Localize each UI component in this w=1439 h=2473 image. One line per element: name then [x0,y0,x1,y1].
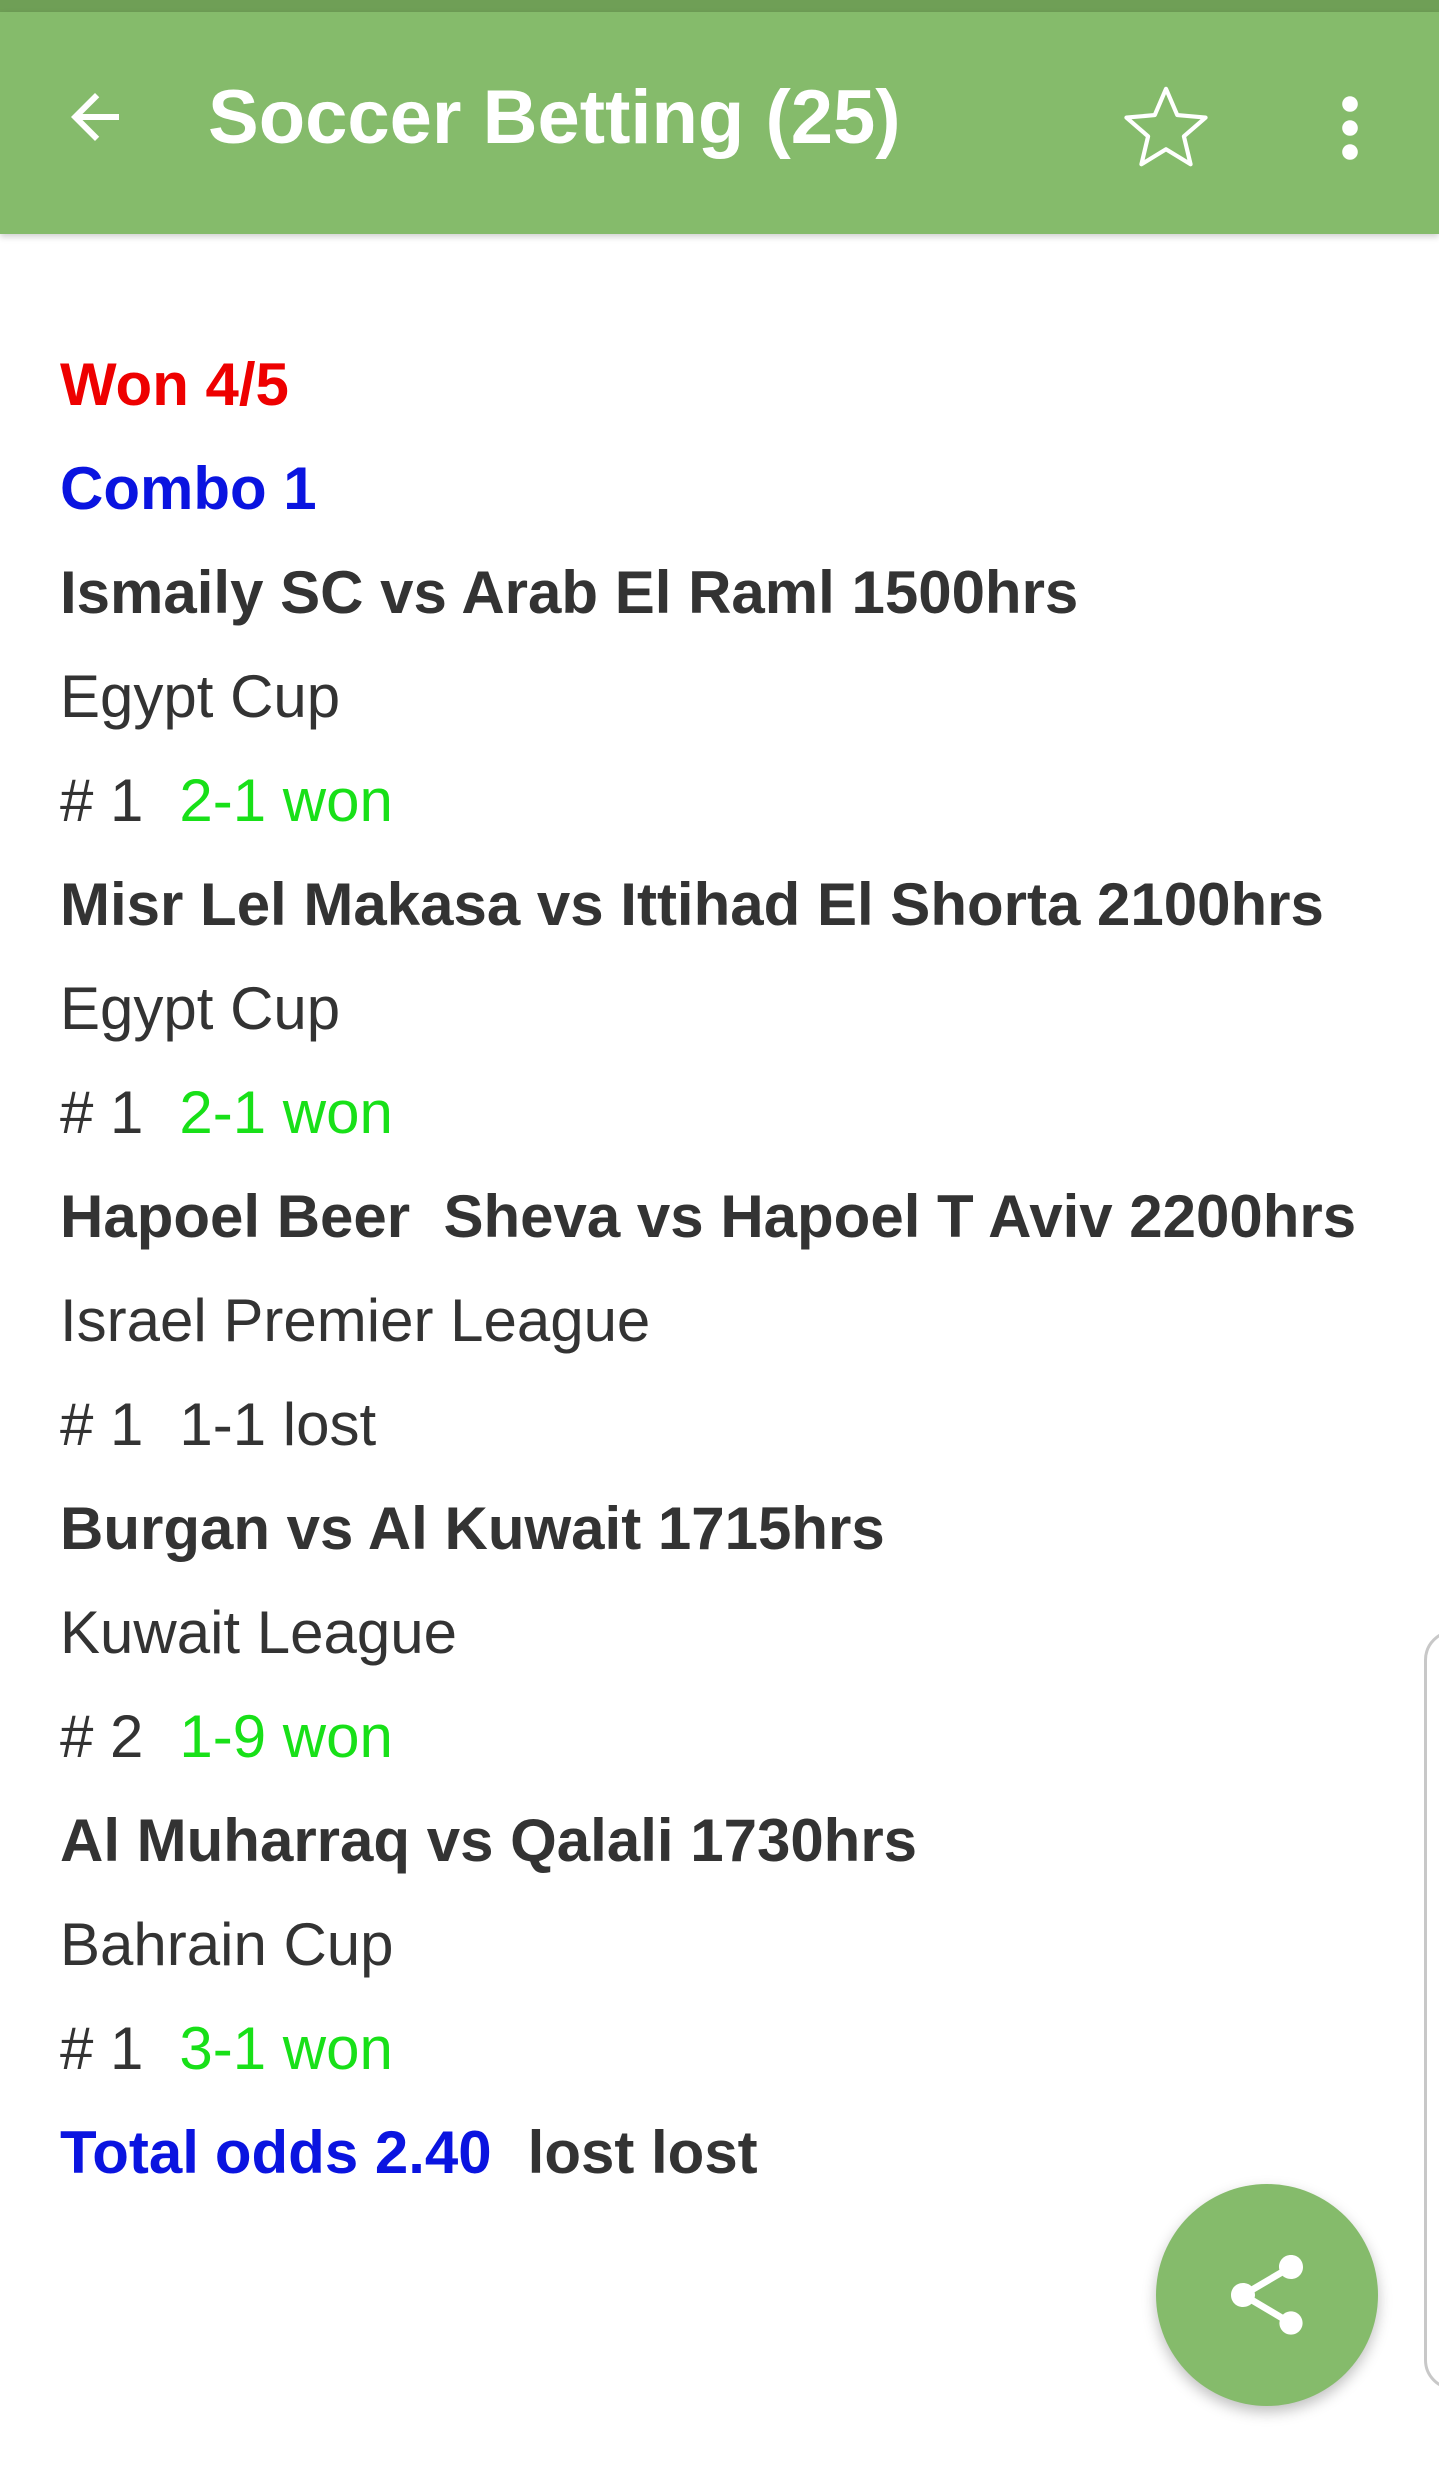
match-outcome: 2-1 won [179,1079,393,1146]
match-teams: Ismaily SC vs Arab El Raml 1500hrs [60,559,1079,626]
match-pick: # 1 [60,1079,144,1146]
match-result: # 2 1-9 won [60,1690,1400,1794]
match-competition: Bahrain Cup [60,1911,394,1978]
match-5: Al Muharraq vs Qalali 1730hrs Bahrain Cu… [60,1794,1400,2106]
match-pick: # 1 [60,1391,144,1458]
back-button[interactable] [40,62,150,172]
match-pick: # 2 [60,1703,144,1770]
total-odds: odds 2.40 [214,2119,492,2186]
match-result: # 1 2-1 won [60,1066,1400,1170]
match-outcome: 3-1 won [179,2015,393,2082]
match-outcome: 2-1 won [179,767,393,834]
total-label: Total [60,2119,199,2186]
match-competition: Egypt Cup [60,975,341,1042]
match-pick: # 1 [60,767,144,834]
total-result: lost lost [527,2119,758,2186]
match-1: Ismaily SC vs Arab El Raml 1500hrs Egypt… [60,546,1400,858]
match-result: # 1 1-1 lost [60,1378,1400,1482]
page-title: Soccer Betting (25) [208,75,901,160]
match-teams: Al Muharraq vs Qalali 1730hrs [60,1807,918,1874]
share-icon [1231,2255,1303,2335]
combo-title: Combo 1 [60,455,317,522]
match-competition: Kuwait League [60,1599,457,1666]
match-2: Misr Lel Makasa vs Ittihad El Shorta 210… [60,858,1400,1170]
app-bar: Soccer Betting (25) [0,12,1439,234]
favorite-button[interactable] [1110,72,1222,184]
match-3: Hapoel Beer Sheva vs Hapoel T Aviv 2200h… [60,1170,1400,1482]
arrow-back-icon [71,93,119,141]
result-header: Won 4/5 [60,351,289,418]
match-competition: Egypt Cup [60,663,341,730]
edge-panel-handle[interactable] [1424,1630,1439,2390]
post-content: Won 4/5 Combo 1 Ismaily SC vs Arab El Ra… [60,338,1400,2210]
match-teams: Burgan vs Al Kuwait 1715hrs [60,1495,885,1562]
status-strip [0,0,1439,12]
more-vert-icon [1342,96,1358,160]
total-line: Total odds 2.40 lost lost [60,2106,1400,2210]
match-result: # 1 3-1 won [60,2002,1400,2106]
match-4: Burgan vs Al Kuwait 1715hrs Kuwait Leagu… [60,1482,1400,1794]
match-competition: Israel Premier League [60,1287,651,1354]
match-outcome: 1-1 lost [179,1391,377,1458]
match-result: # 1 2-1 won [60,754,1400,858]
star-outline-icon [1124,86,1208,167]
match-teams: Hapoel Beer Sheva vs Hapoel T Aviv 2200h… [60,1183,1357,1250]
overflow-menu-button[interactable] [1310,72,1390,184]
match-teams: Misr Lel Makasa vs Ittihad El Shorta 210… [60,871,1324,938]
match-outcome: 1-9 won [179,1703,393,1770]
share-button[interactable] [1156,2184,1378,2406]
match-pick: # 1 [60,2015,144,2082]
